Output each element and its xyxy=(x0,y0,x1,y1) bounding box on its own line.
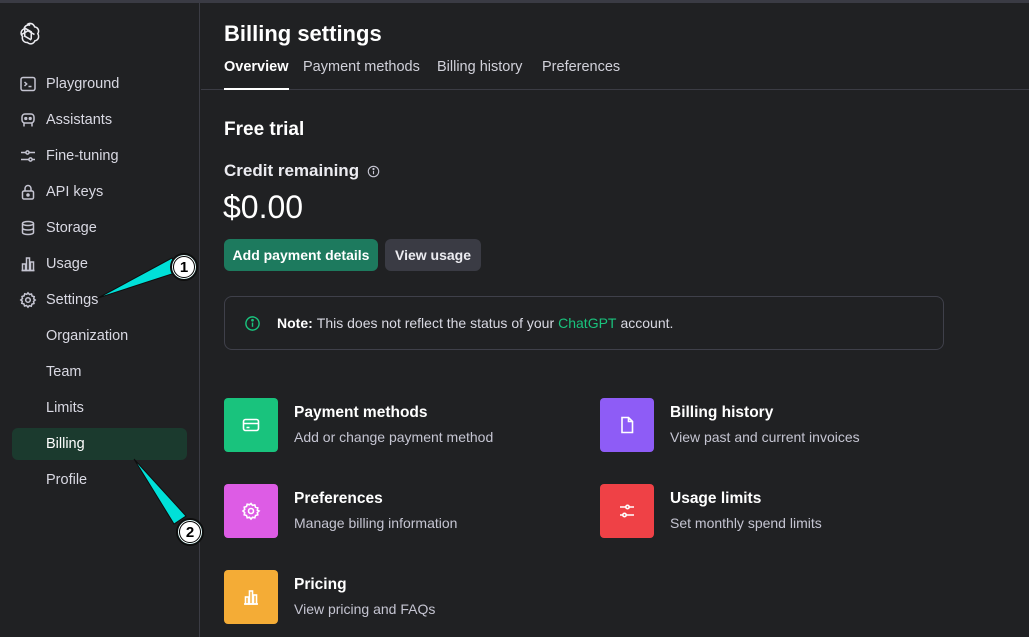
annotation-label: 2 xyxy=(185,523,195,541)
sidebar-item-label: Settings xyxy=(46,292,99,308)
card-description: View pricing and FAQs xyxy=(294,601,436,617)
section-title: Free trial xyxy=(224,119,305,140)
sidebar-item-api-keys[interactable]: API keys xyxy=(12,176,187,208)
card-title: Payment methods xyxy=(294,404,428,421)
lock-icon xyxy=(19,183,37,201)
card-title: Pricing xyxy=(294,576,347,593)
bar-chart-icon xyxy=(19,255,37,273)
tile-pricing xyxy=(224,570,278,624)
card-title: Usage limits xyxy=(670,490,762,507)
sidebar-subitem-billing[interactable]: Billing xyxy=(12,428,187,460)
card-title: Billing history xyxy=(670,404,774,421)
card-description: Set monthly spend limits xyxy=(670,515,822,531)
card-usage-limits[interactable]: Usage limits Set monthly spend limits xyxy=(600,484,930,540)
tab-billing-history[interactable]: Billing history xyxy=(437,59,522,90)
card-payment-methods[interactable]: Payment methods Add or change payment me… xyxy=(224,398,554,454)
annotation-callout-2: 2 xyxy=(176,518,204,546)
view-usage-button[interactable]: View usage xyxy=(385,239,481,271)
sliders-icon xyxy=(19,147,37,165)
note-text-after: account. xyxy=(620,315,674,331)
database-icon xyxy=(19,219,37,237)
gear-icon xyxy=(241,502,261,521)
sliders-icon xyxy=(620,504,634,518)
credit-label-text: Credit remaining xyxy=(224,161,360,180)
tile-payment-methods xyxy=(224,398,278,452)
terminal-icon xyxy=(19,75,37,93)
gear-icon xyxy=(19,291,37,309)
note-text-before: This does not reflect the status of your xyxy=(316,315,555,331)
info-icon[interactable] xyxy=(367,165,380,178)
main-content: Billing settings Overview Payment method… xyxy=(201,3,1029,637)
chatgpt-link[interactable]: ChatGPT xyxy=(558,315,616,331)
sidebar-item-label: Usage xyxy=(46,256,88,272)
sidebar-item-settings[interactable]: Settings xyxy=(12,284,187,316)
sidebar-item-label: Fine-tuning xyxy=(46,148,119,164)
tab-overview[interactable]: Overview xyxy=(224,59,289,90)
card-pricing[interactable]: Pricing View pricing and FAQs xyxy=(224,570,554,626)
credit-value: $0.00 xyxy=(223,189,304,225)
sidebar-item-assistants[interactable]: Assistants xyxy=(12,104,187,136)
bar-chart-icon xyxy=(244,590,258,605)
add-payment-details-button[interactable]: Add payment details xyxy=(224,239,378,271)
tab-preferences[interactable]: Preferences xyxy=(542,59,620,90)
sidebar-subitem-limits[interactable]: Limits xyxy=(12,392,187,424)
note-banner: Note: This does not reflect the status o… xyxy=(224,296,944,350)
card-description: View past and current invoices xyxy=(670,429,860,445)
page-title: Billing settings xyxy=(224,21,382,46)
robot-icon xyxy=(19,111,37,129)
annotation-callout-1: 1 xyxy=(170,253,198,281)
openai-logo-icon[interactable] xyxy=(15,21,41,47)
card-preferences[interactable]: Preferences Manage billing information xyxy=(224,484,554,540)
card-description: Manage billing information xyxy=(294,515,458,531)
sidebar-item-label: API keys xyxy=(46,184,104,200)
sidebar-subitem-organization[interactable]: Organization xyxy=(12,320,187,352)
sidebar-item-label: Playground xyxy=(46,76,120,92)
card-billing-history[interactable]: Billing history View past and current in… xyxy=(600,398,930,454)
sidebar-item-label: Storage xyxy=(46,220,97,236)
sidebar-subitem-team[interactable]: Team xyxy=(12,356,187,388)
sidebar-item-storage[interactable]: Storage xyxy=(12,212,187,244)
tile-preferences xyxy=(224,484,278,538)
card-title: Preferences xyxy=(294,490,383,507)
tab-payment-methods[interactable]: Payment methods xyxy=(303,59,420,90)
sidebar: Playground Assistants Fine-tuning API ke… xyxy=(0,3,200,637)
tile-billing-history xyxy=(600,398,654,452)
card-description: Add or change payment method xyxy=(294,429,494,445)
document-icon xyxy=(621,416,634,434)
credit-remaining-label: Credit remaining xyxy=(224,161,380,181)
sidebar-item-playground[interactable]: Playground xyxy=(12,68,187,100)
tab-bar: Overview Payment methods Billing history… xyxy=(201,55,1029,90)
credit-card-icon xyxy=(242,418,260,432)
sidebar-item-label: Assistants xyxy=(46,112,113,128)
sidebar-item-usage[interactable]: Usage xyxy=(12,248,187,280)
note-prefix: Note: xyxy=(277,315,313,331)
sidebar-subitem-profile[interactable]: Profile xyxy=(12,464,187,496)
tile-usage-limits xyxy=(600,484,654,538)
annotation-label: 1 xyxy=(179,258,189,276)
info-circle-icon xyxy=(245,315,260,331)
sidebar-item-fine-tuning[interactable]: Fine-tuning xyxy=(12,140,187,172)
